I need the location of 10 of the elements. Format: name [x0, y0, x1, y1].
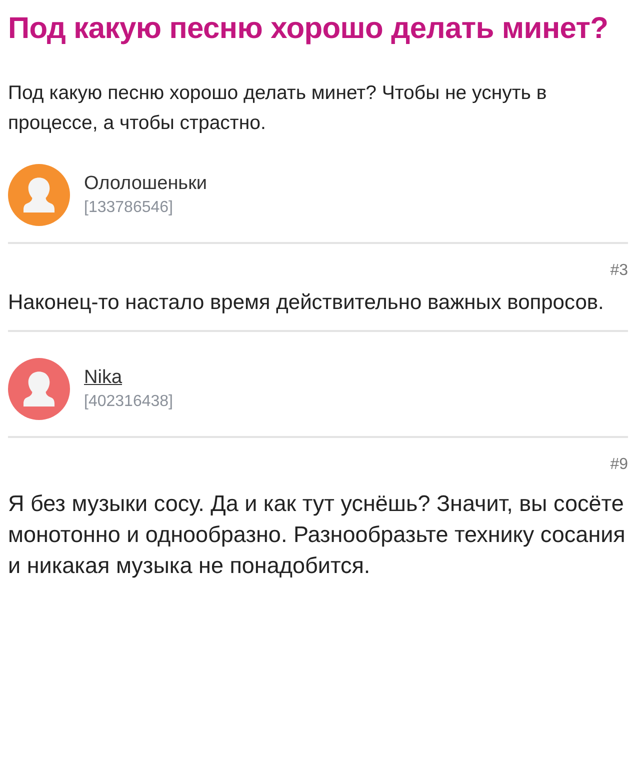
answer-text: Наконец-то настало время действительно важных вопросов. — [8, 290, 605, 316]
question-text: Под какую песню хорошо делать минет? Чтобы не уснуть в процессе, а чтобы страстно. — [8, 81, 548, 136]
author-id: [402316438] — [84, 393, 173, 411]
answer-text: Я без музыки сосу. Да и как тут уснёшь? Значит, вы сосёте монотонно и однообразно. Разнообразьте технику сосания и никакая музыка не понадобится. — [8, 490, 626, 580]
answer-number: #9 — [610, 456, 628, 474]
author-name-link[interactable]: Ололошеньки — [84, 173, 208, 195]
author-name-link[interactable]: Nika — [84, 367, 173, 389]
answer-number: #3 — [610, 262, 628, 280]
author-id: [133786546] — [84, 199, 174, 217]
question-title: Под какую песню хорошо делать минет? — [8, 11, 610, 47]
